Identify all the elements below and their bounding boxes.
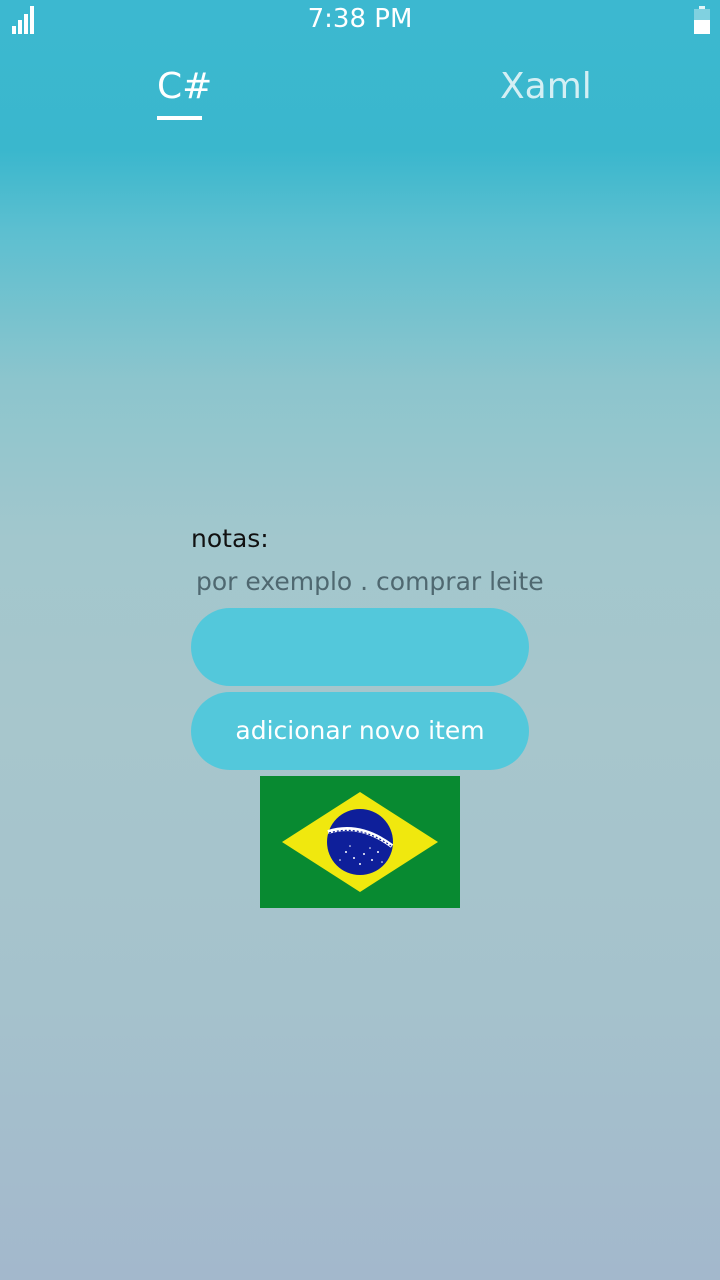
tab-selected-indicator	[157, 116, 202, 120]
notes-label: notas:	[191, 524, 269, 553]
tab-xaml[interactable]: Xaml	[500, 66, 592, 107]
status-time: 7:38 PM	[307, 4, 413, 34]
notes-input[interactable]	[191, 608, 529, 686]
tab-csharp[interactable]: C#	[157, 66, 212, 107]
brazil-flag-image	[260, 776, 460, 908]
add-item-button[interactable]: adicionar novo item	[191, 692, 529, 770]
status-bar: 7:38 PM	[0, 0, 720, 42]
battery-icon	[694, 6, 710, 34]
notes-hint: por exemplo . comprar leite	[196, 567, 544, 596]
